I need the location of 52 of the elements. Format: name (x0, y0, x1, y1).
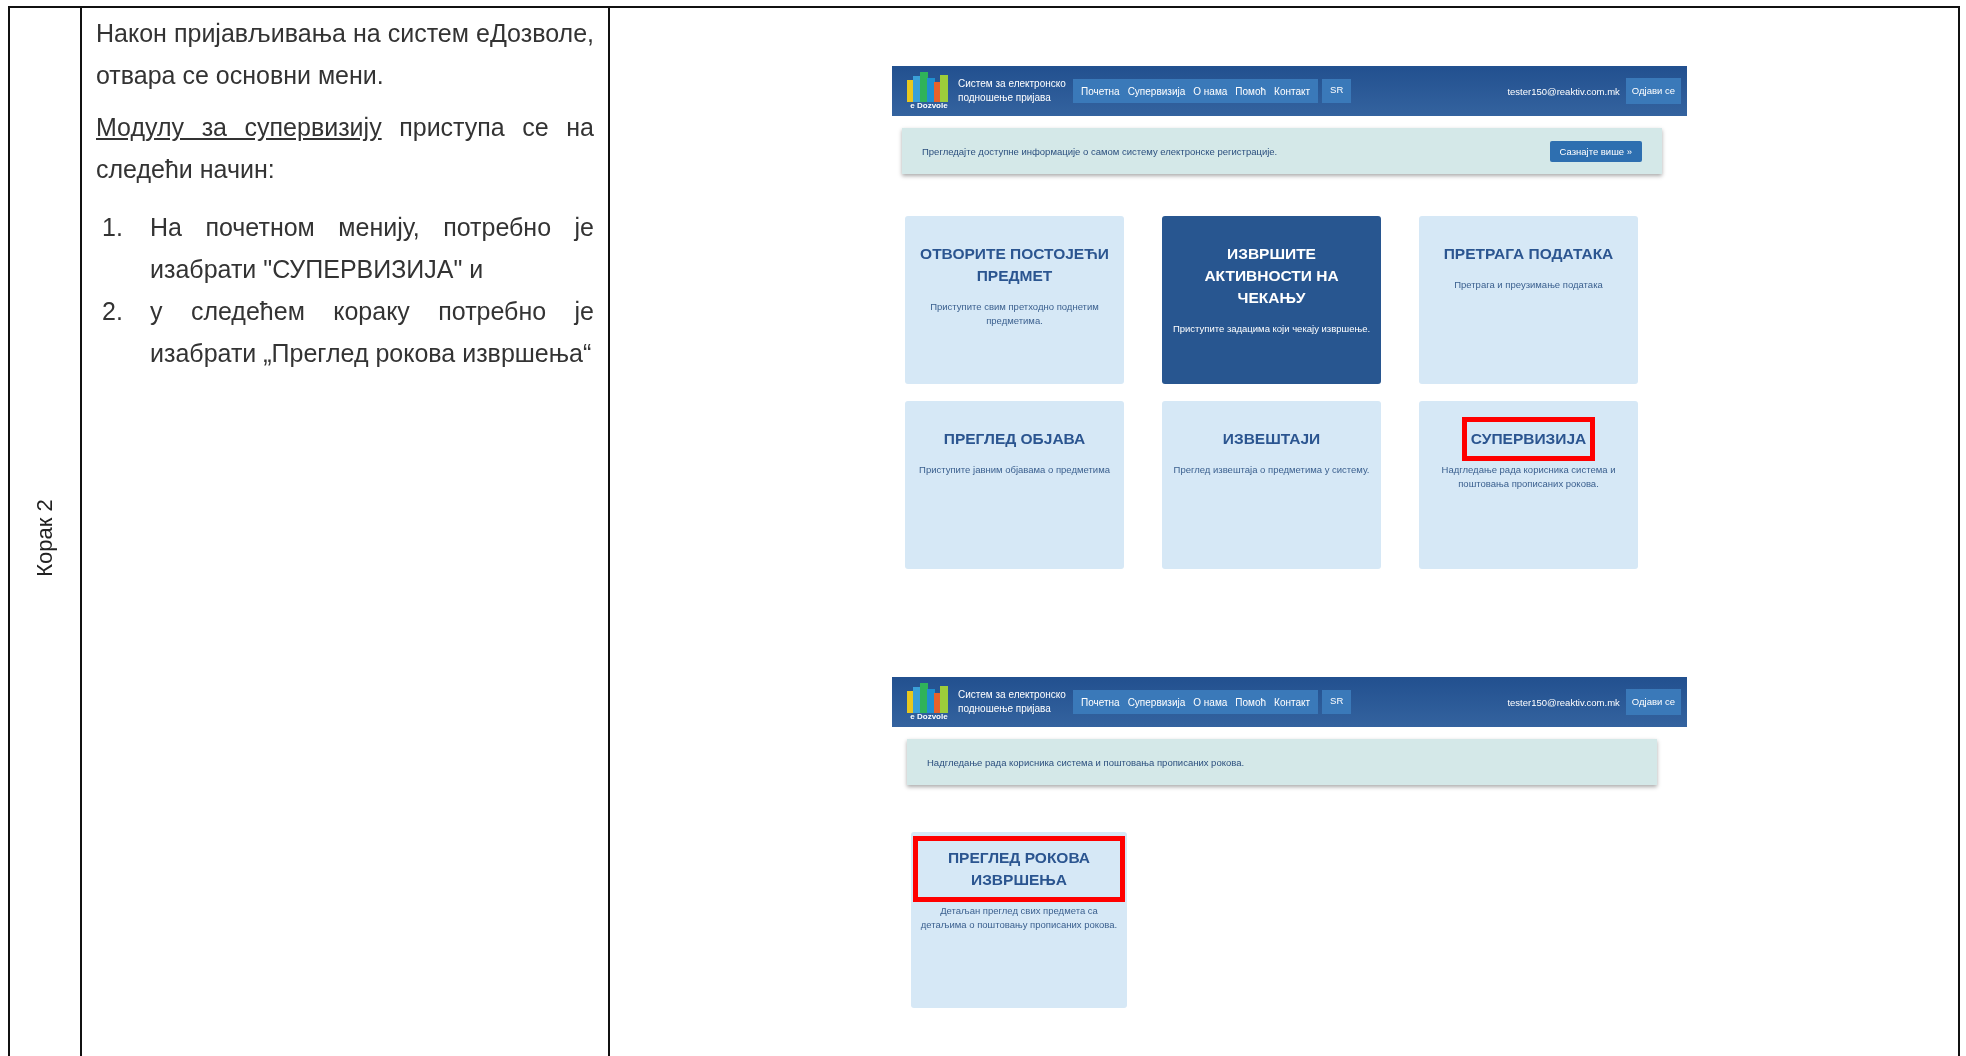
tile-description: Преглед извештаја о предметима у систему. (1172, 463, 1371, 477)
tile-title: ПРЕГЛЕД ОБЈАВА (942, 429, 1087, 449)
tile-title: ОТВОРИТЕ ПОСТОЈЕЋИ ПРЕДМЕТ (919, 244, 1110, 286)
menu-tile[interactable]: ИЗВЕШТАЈИ Преглед извештаја о предметима у систему. (1162, 401, 1381, 569)
nav-link[interactable]: Помоћ (1231, 85, 1271, 97)
language-button[interactable]: SR (1322, 690, 1352, 714)
list-number: 1. (101, 212, 124, 243)
logo-text: e Dozvole (910, 713, 948, 721)
tile-description: Детаљан преглед свих предмета са детаљима о поштовању прописаних рокова. (919, 904, 1119, 932)
banner-text: Прегледајте доступне информације о самом систему електронске регистрације. (922, 145, 1278, 157)
nav-link[interactable]: Контакт (1270, 85, 1315, 97)
logout-button[interactable]: Одјави се (1625, 78, 1681, 104)
user-email: tester150@reaktiv.com.mk (1507, 85, 1620, 97)
menu-tile[interactable]: ОТВОРИТЕ ПОСТОЈЕЋИ ПРЕДМЕТ Приступите свим претходно поднетим предметима. (905, 216, 1124, 384)
tile-description: Приступите свим претходно поднетим предметима. (929, 300, 1100, 328)
nav-link[interactable]: Контакт (1270, 696, 1315, 708)
language-button[interactable]: SR (1322, 79, 1352, 103)
paragraph: Модулу за супервизију приступа се на следећи начин: (96, 112, 594, 185)
app-title: Систем за електронско подношење пријава (958, 77, 1067, 105)
menu-tile[interactable]: ПРЕГЛЕД ОБЈАВА Приступите јавним објавама о предметима (905, 401, 1124, 569)
logout-button[interactable]: Одјави се (1625, 689, 1681, 715)
tile-description: Претрага и преузимање података (1453, 278, 1604, 292)
tile-title: ИЗВЕШТАЈИ (1221, 429, 1322, 449)
menu-tile[interactable]: ПРЕТРАГА ПОДАТАКА Претрага и преузимање података (1419, 216, 1638, 384)
tile-description: Приступите јавним објавама о предметима (918, 463, 1111, 477)
nav-link[interactable]: О нама (1189, 696, 1232, 708)
nav-link[interactable]: О нама (1189, 85, 1232, 97)
paragraph: Након пријављивања на систем еДозволе, отвара се основни мени. (96, 18, 594, 91)
nav-link[interactable]: Почетна (1077, 85, 1124, 97)
nav-link[interactable]: Помоћ (1231, 696, 1271, 708)
list-item-text: у следећем кораку потребно је изабрати „Преглед рокова извршења“ (150, 296, 594, 369)
nav-link[interactable]: Супервизија (1123, 85, 1190, 97)
tile-title: ПРЕГЛЕД РОКОВА ИЗВРШЕЊА (913, 836, 1125, 902)
tile-description: Надгледање рада корисника система и поштовања прописаних рокова. (1440, 463, 1617, 491)
learn-more-button[interactable]: Сазнајте више » (1549, 140, 1642, 162)
tile-title: СУПЕРВИЗИЈА (1461, 417, 1596, 461)
buildings-logo-icon (907, 72, 951, 102)
buildings-logo-icon (907, 683, 951, 713)
menu-tile[interactable]: ПРЕГЛЕД РОКОВА ИЗВРШЕЊА Детаљан преглед свих предмета са детаљима о поштовању прописаних рокова. (911, 832, 1127, 1008)
nav-link[interactable]: Супервизија (1123, 696, 1190, 708)
nav-link[interactable]: Почетна (1077, 696, 1124, 708)
step-label: Корак 2 (32, 499, 58, 577)
tile-description: Приступите задацима који чекају извршење. (1171, 322, 1372, 336)
menu-tile[interactable]: ИЗВРШИТЕ АКТИВНОСТИ НА ЧЕКАЊУ Приступите задацима који чекају извршење. (1162, 216, 1381, 384)
tile-title: ПРЕТРАГА ПОДАТАКА (1442, 244, 1615, 264)
menu-tile[interactable]: СУПЕРВИЗИЈА Надгледање рада корисника система и поштовања прописаних рокова. (1419, 401, 1638, 569)
logo-text: e Dozvole (910, 102, 948, 110)
tile-title: ИЗВРШИТЕ АКТИВНОСТИ НА ЧЕКАЊУ (1203, 244, 1340, 308)
list-number: 2. (101, 296, 124, 327)
app-title: Систем за електронско подношење пријава (958, 688, 1067, 716)
banner-text: Надгледање рада корисника система и поштовања прописаних рокова. (927, 756, 1245, 768)
user-email: tester150@reaktiv.com.mk (1507, 696, 1620, 708)
